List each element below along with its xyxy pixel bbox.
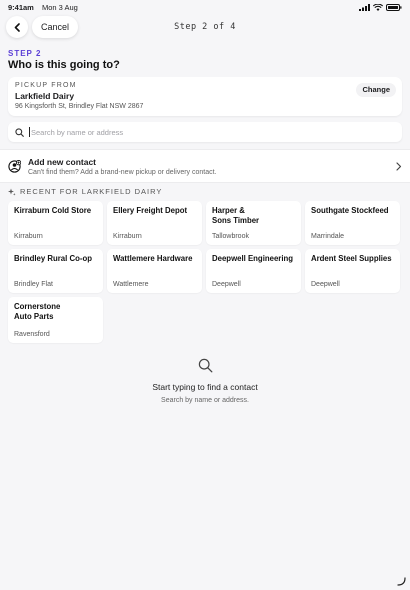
step-label: STEP 2 xyxy=(8,49,42,58)
contact-tile[interactable]: Kirraburn Cold Store Kirraburn xyxy=(8,201,103,245)
search-icon xyxy=(198,358,212,373)
search-icon xyxy=(15,127,24,137)
contact-name: Cornerstone Auto Parts xyxy=(14,302,61,321)
change-pickup-button[interactable]: Change xyxy=(356,83,396,97)
resize-handle-icon[interactable] xyxy=(396,576,406,586)
contact-name: Brindley Rural Co-op xyxy=(14,254,92,263)
recent-contacts-grid: Kirraburn Cold Store Kirraburn Ellery Fr… xyxy=(8,201,402,343)
contact-name: Deepwell Engineering xyxy=(212,254,294,263)
contact-tile[interactable]: Harper & Sons Timber Tallowbrook xyxy=(206,201,301,245)
contact-name: Kirraburn Cold Store xyxy=(14,206,92,215)
contact-location: Kirraburn xyxy=(113,233,142,240)
add-person-icon xyxy=(8,159,21,173)
contact-name: Ellery Freight Depot xyxy=(113,206,188,215)
chevron-right-icon xyxy=(396,161,402,171)
add-contact-title: Add new contact xyxy=(28,156,97,167)
contact-location: Wattlemere xyxy=(113,281,149,288)
pickup-label: PICKUP FROM xyxy=(15,82,77,89)
add-new-contact-row[interactable]: Add new contact Can't find them? Add a b… xyxy=(0,149,410,183)
step-indicator: Step 2 of 4 xyxy=(174,22,236,32)
status-date: Mon 3 Aug xyxy=(41,2,78,12)
contact-location: Deepwell xyxy=(311,281,340,288)
status-time: 9:41am xyxy=(8,2,34,12)
pickup-card: PICKUP FROM Larkfield Dairy 96 Kingsfort… xyxy=(8,77,402,116)
contact-name: Wattlemere Hardware xyxy=(113,254,193,263)
recent-label-text: RECENT FOR LARKFIELD DAIRY xyxy=(20,187,163,196)
search-input[interactable] xyxy=(31,127,395,137)
empty-state-subtitle: Search by name or address. xyxy=(161,397,249,404)
contact-tile[interactable]: Brindley Rural Co-op Brindley Flat xyxy=(8,249,103,293)
status-right xyxy=(359,3,402,11)
contact-location: Kirraburn xyxy=(14,233,43,240)
contact-location: Deepwell xyxy=(212,281,241,288)
contact-location: Tallowbrook xyxy=(212,233,249,240)
contact-name: Southgate Stockfeed xyxy=(311,206,389,215)
page-title: Who is this going to? xyxy=(8,59,120,71)
search-box[interactable] xyxy=(8,122,402,142)
add-contact-texts: Add new contact Can't find them? Add a b… xyxy=(28,157,395,176)
pickup-name: Larkfield Dairy xyxy=(15,91,75,101)
status-bar: 9:41am Mon 3 Aug xyxy=(0,0,410,14)
contact-tile[interactable]: Ellery Freight Depot Kirraburn xyxy=(107,201,202,245)
sparkle-icon xyxy=(8,188,16,196)
status-left: 9:41am Mon 3 Aug xyxy=(8,3,84,12)
contact-location: Marrindale xyxy=(311,233,345,240)
pickup-address: 96 Kingsforth St, Brindley Flat NSW 2867 xyxy=(15,103,144,110)
signal-icon xyxy=(359,3,370,11)
contact-location: Brindley Flat xyxy=(14,281,53,288)
contact-tile[interactable]: Deepwell Engineering Deepwell xyxy=(206,249,301,293)
contact-tile[interactable]: Ardent Steel Supplies Deepwell xyxy=(305,249,400,293)
contact-tile[interactable]: Southgate Stockfeed Marrindale xyxy=(305,201,400,245)
battery-icon xyxy=(386,3,402,11)
top-nav: Cancel Step 2 of 4 xyxy=(0,16,410,38)
recent-section-label: RECENT FOR LARKFIELD DAIRY xyxy=(8,187,162,196)
contact-tile[interactable]: Wattlemere Hardware Wattlemere xyxy=(107,249,202,293)
empty-state: Start typing to find a contact Search by… xyxy=(0,358,410,404)
contact-location: Ravensford xyxy=(14,331,50,338)
text-caret xyxy=(29,127,30,137)
empty-state-title: Start typing to find a contact xyxy=(152,382,258,392)
contact-tile[interactable]: Cornerstone Auto Parts Ravensford xyxy=(8,297,103,343)
contact-name: Ardent Steel Supplies xyxy=(311,254,392,263)
wifi-icon xyxy=(373,3,383,11)
contact-name: Harper & Sons Timber xyxy=(212,206,260,225)
add-contact-subtitle: Can't find them? Add a brand-new pickup … xyxy=(28,168,217,176)
